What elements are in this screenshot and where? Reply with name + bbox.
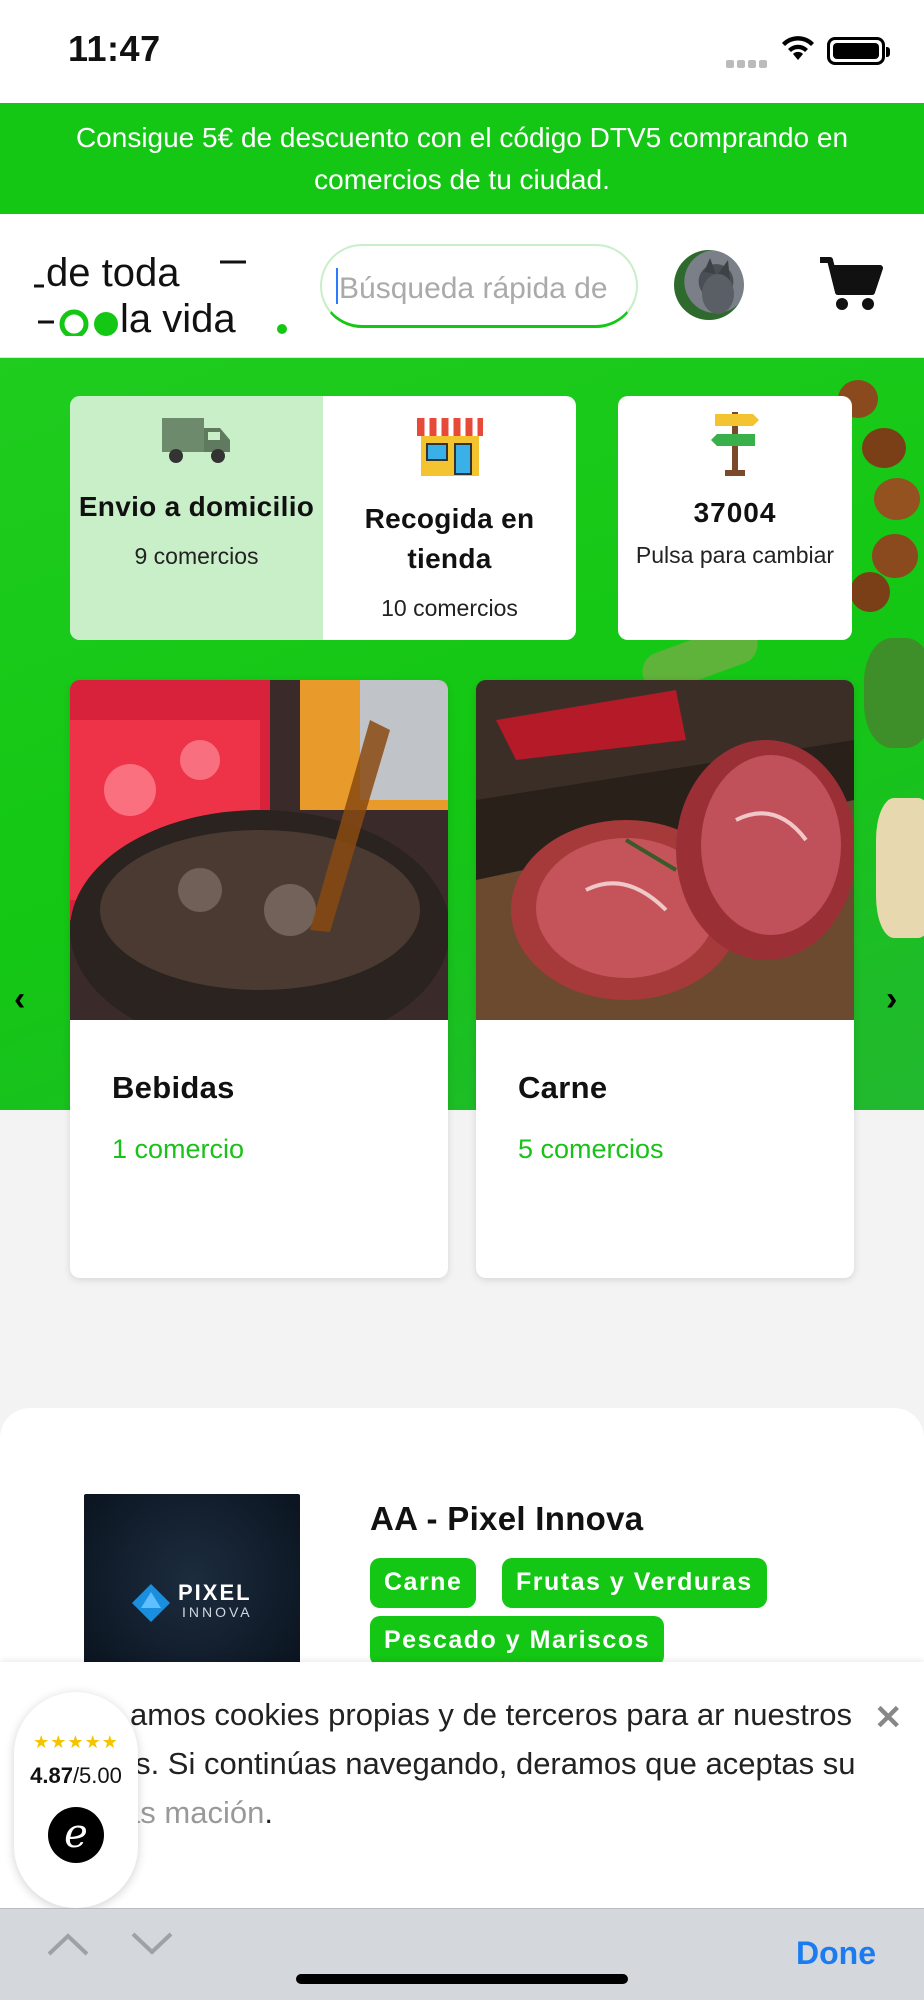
text-cursor (336, 268, 338, 304)
pixel-innova-logo-mark (132, 1584, 170, 1622)
trust-rating-badge[interactable]: ★★★★★ 4.87/5.00 e (14, 1692, 138, 1908)
lettuce-decoration (864, 638, 924, 748)
signpost-icon (711, 412, 759, 476)
category-name: Carne (518, 1070, 608, 1105)
rating-max: /5.00 (72, 1763, 122, 1788)
home-indicator (296, 1974, 628, 1984)
shop-logo[interactable]: PIXEL INNOVA (84, 1494, 300, 1664)
category-shop-count: 5 comercios (518, 1134, 664, 1164)
user-avatar[interactable] (674, 250, 744, 320)
close-icon[interactable]: ✕ (874, 1698, 903, 1738)
drinks-image (70, 680, 448, 1020)
truck-icon (161, 418, 230, 463)
search-placeholder: Búsqueda rápida de (339, 272, 608, 305)
home-delivery-label: Envio a domicilio (78, 491, 315, 522)
promo-banner[interactable]: Consigue 5€ de descuento con el código D… (0, 103, 924, 214)
meat-image (476, 680, 854, 1020)
hazelnut-decoration (850, 572, 890, 612)
postcode-selector[interactable]: 37004 Pulsa para cambiar (618, 396, 852, 640)
keyboard-accessory-bar: Done (0, 1908, 924, 2000)
chevron-up-icon[interactable] (46, 1931, 90, 1962)
shop-logo-subword: INNOVA (182, 1604, 253, 1620)
done-button[interactable]: Done (796, 1935, 876, 1972)
carousel-prev-button[interactable]: ‹ (14, 980, 25, 1019)
category-name: Bebidas (112, 1070, 235, 1105)
shop-logo-word: PIXEL (178, 1580, 252, 1605)
category-card-carne[interactable]: Carne 5 comercios (476, 680, 854, 1278)
almond-bowl-decoration (876, 798, 924, 938)
store-pickup-count: 10 comercios (381, 595, 518, 621)
store-icon (416, 418, 483, 476)
search-input[interactable]: Búsqueda rápida de (320, 244, 638, 328)
store-pickup-label: Recogida en tienda (364, 503, 535, 574)
postcode-value: 37004 (693, 497, 777, 528)
home-delivery-count: 9 comercios (134, 543, 259, 569)
cookie-text-block: amos cookies propias y de terceros para … (30, 1690, 880, 1837)
home-delivery-option[interactable]: Envio a domicilio 9 comercios (70, 396, 323, 640)
shop-name[interactable]: AA - Pixel Innova (370, 1500, 643, 1538)
rating-score: 4.87/5.00 (14, 1763, 138, 1789)
store-pickup-option[interactable]: Recogida en tienda 10 comercios (323, 396, 576, 640)
chevron-down-icon[interactable] (130, 1931, 174, 1962)
rating-value: 4.87 (30, 1763, 73, 1788)
ekomi-logo-icon: e (48, 1807, 104, 1863)
brand-logo[interactable]: de toda la vida (24, 236, 294, 341)
site-header: de toda la vida Búsqueda rápida de (0, 214, 924, 358)
shop-tag-pescado[interactable]: Pescado y Mariscos (370, 1616, 665, 1666)
cellular-signal-icon (726, 55, 770, 73)
delivery-mode-toggle: Envio a domicilio 9 comercios Recogida e… (70, 396, 576, 640)
shopping-cart-icon[interactable] (818, 254, 884, 319)
carousel-next-button[interactable]: › (886, 980, 897, 1019)
wifi-icon (780, 34, 816, 67)
hazelnut-decoration (862, 428, 906, 468)
rating-stars: ★★★★★ (33, 1732, 119, 1752)
battery-icon (827, 37, 890, 65)
shop-tag-frutas[interactable]: Frutas y Verduras (502, 1558, 767, 1608)
category-card-bebidas[interactable]: Bebidas 1 comercio (70, 680, 448, 1278)
postcode-hint: Pulsa para cambiar (635, 542, 835, 568)
status-bar: 11:47 (0, 0, 924, 103)
hazelnut-decoration (874, 478, 920, 520)
status-time: 11:47 (68, 28, 161, 69)
shop-tag-carne[interactable]: Carne (370, 1558, 477, 1608)
cookie-banner: amos cookies propias y de terceros para … (0, 1662, 924, 1908)
logo-line1: de toda (46, 251, 180, 295)
logo-line2: la vida (120, 297, 236, 336)
hazelnut-decoration (872, 534, 918, 578)
cookie-trailing: . (264, 1795, 273, 1830)
category-shop-count: 1 comercio (112, 1134, 245, 1164)
